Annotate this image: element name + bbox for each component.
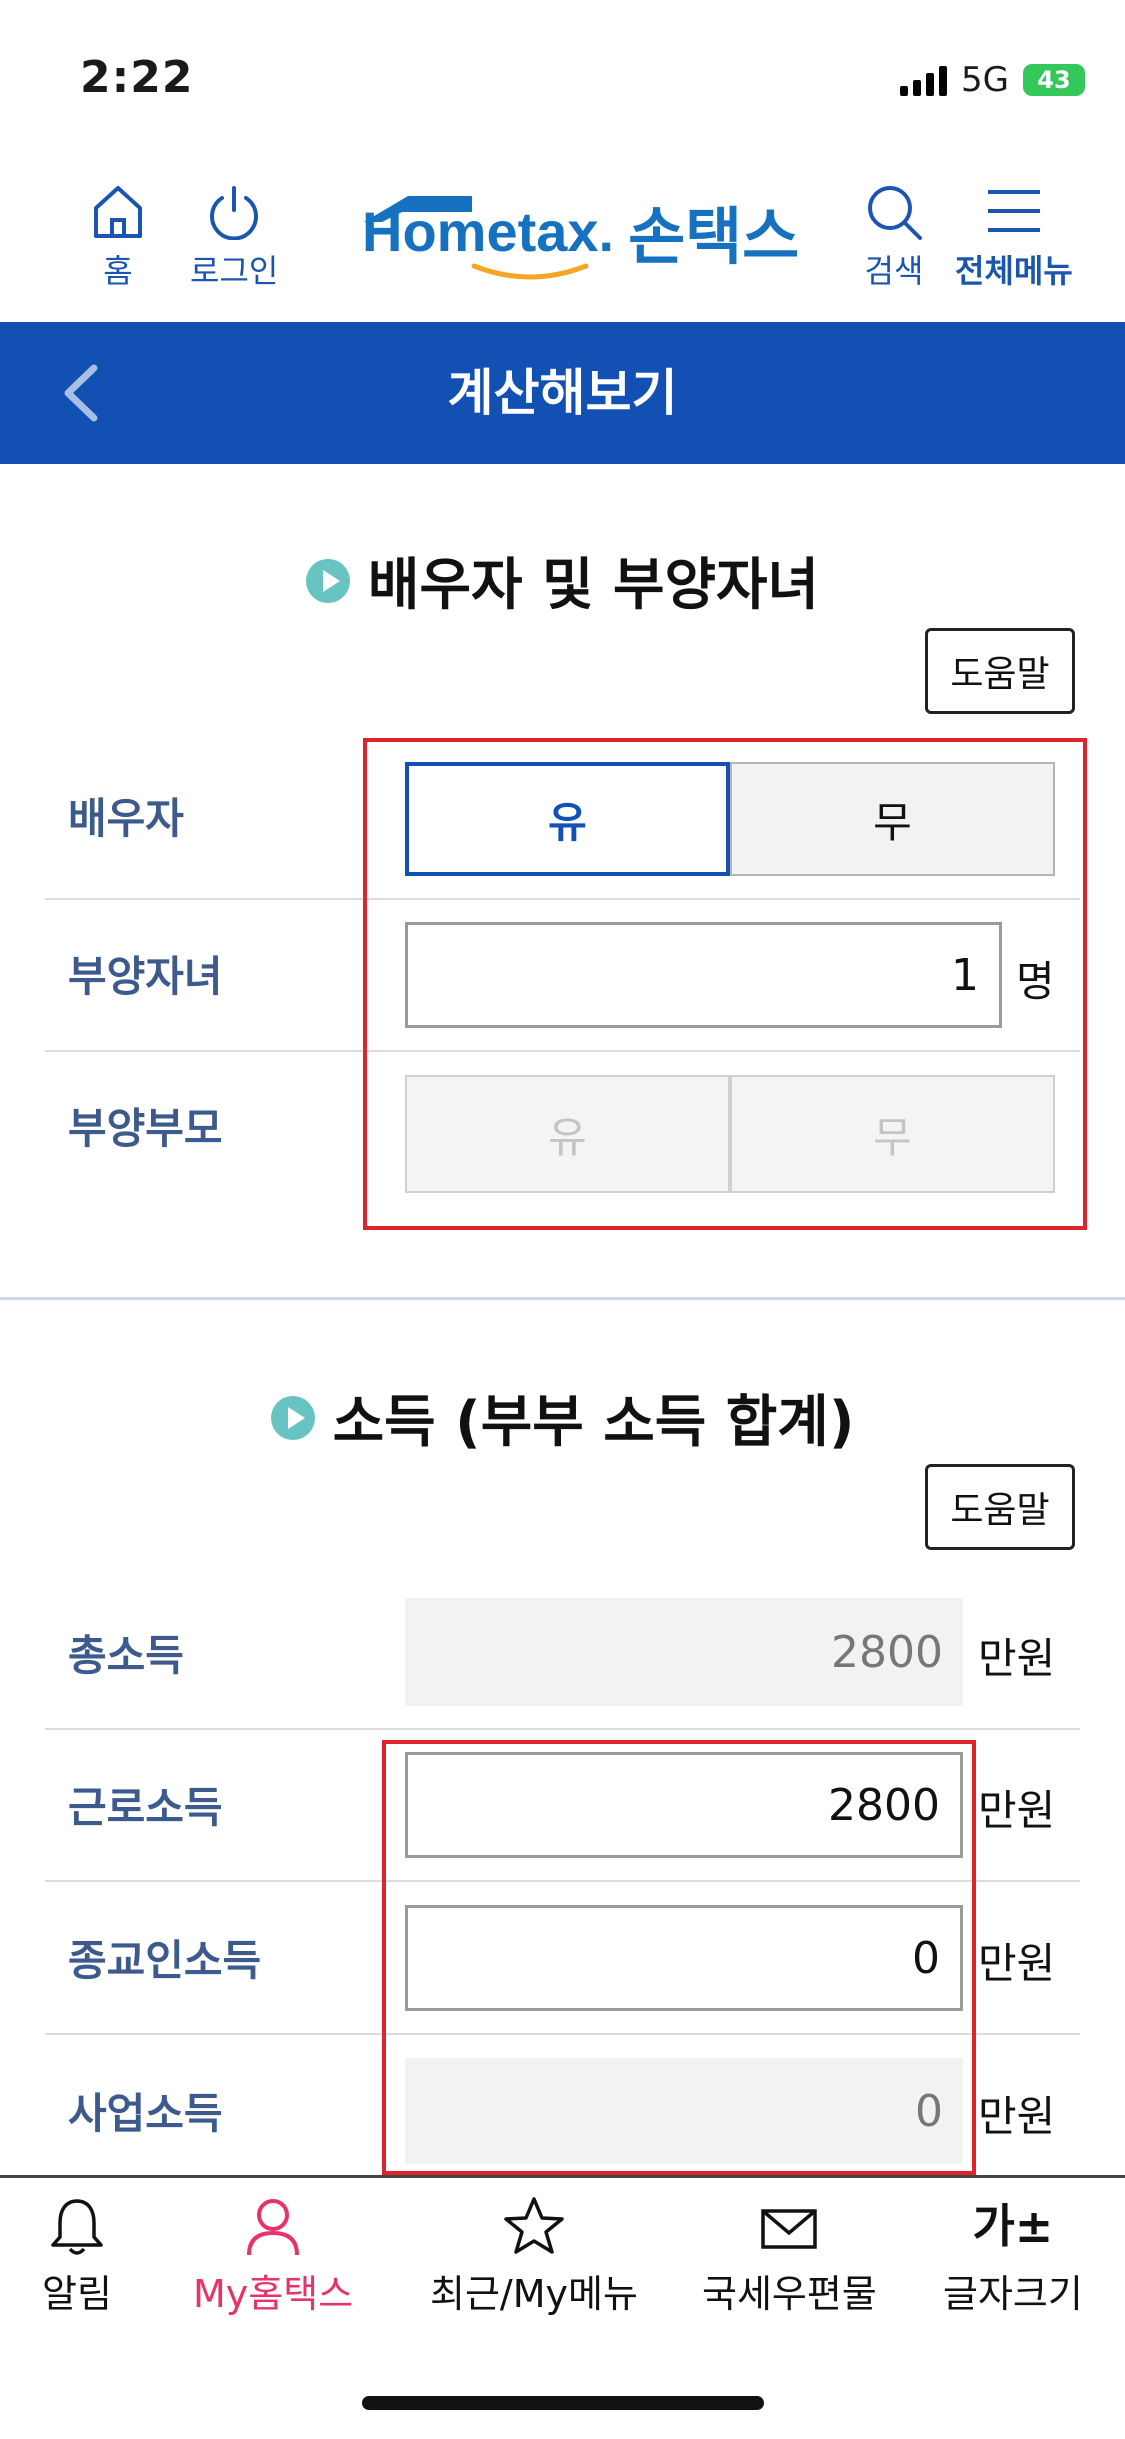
home-icon — [94, 186, 142, 238]
highlight-box-income — [382, 1740, 976, 2175]
search-button[interactable]: 검색 — [862, 182, 926, 292]
tab-recent-my-menu[interactable]: 최근/My메뉴 — [430, 2195, 638, 2318]
logo-roof-icon — [364, 196, 472, 222]
section-title-spouse-children: 배우자 및 부양자녀 — [0, 540, 1125, 621]
total-income-label: 총소득 — [68, 1631, 184, 1680]
row-divider — [45, 1728, 1080, 1730]
star-icon — [504, 2197, 564, 2254]
logo-korean: 손택스 — [628, 200, 800, 273]
total-income-value: 2800 — [405, 1598, 963, 1706]
tab-font-size[interactable]: 가± 글자크기 — [943, 2195, 1083, 2318]
mail-icon — [761, 2209, 818, 2249]
help-button-1[interactable]: 도움말 — [925, 628, 1075, 714]
religious-income-label: 종교인소득 — [68, 1936, 262, 1985]
tab-alerts-label: 알림 — [42, 2272, 112, 2316]
parents-label: 부양부모 — [68, 1104, 223, 1153]
business-income-label: 사업소득 — [68, 2089, 223, 2138]
tab-font-size-label: 글자크기 — [943, 2272, 1083, 2316]
business-income-unit: 만원 — [978, 2092, 1056, 2141]
children-label: 부양자녀 — [68, 952, 223, 1001]
signal-icon — [900, 64, 948, 96]
play-bullet-icon — [270, 1395, 315, 1440]
tab-alerts[interactable]: 알림 — [42, 2195, 112, 2318]
help-button-2[interactable]: 도움말 — [925, 1464, 1075, 1550]
font-size-icon: 가± — [972, 2199, 1054, 2253]
bell-icon — [51, 2199, 103, 2255]
status-time: 2:22 — [80, 52, 194, 103]
tab-my-hometax[interactable]: My홈택스 — [193, 2195, 353, 2318]
battery-icon: 43 — [1023, 64, 1085, 96]
tab-tax-mail[interactable]: 국세우편물 — [702, 2195, 877, 2318]
religious-income-unit: 만원 — [978, 1939, 1056, 1988]
all-menu-button[interactable]: 전체메뉴 — [955, 182, 1073, 292]
power-icon — [210, 186, 259, 240]
network-type: 5G — [961, 60, 1009, 100]
person-icon — [247, 2199, 300, 2256]
search-label: 검색 — [864, 252, 924, 290]
tab-tax-mail-label: 국세우편물 — [702, 2272, 877, 2316]
logo-smile-icon — [471, 263, 589, 280]
section1-title-text: 배우자 및 부양자녀 — [367, 553, 820, 618]
back-chevron-icon[interactable] — [50, 358, 120, 428]
all-menu-label: 전체메뉴 — [955, 252, 1073, 290]
search-icon — [868, 186, 922, 240]
section-title-income: 소득 (부부 소득 합계) — [0, 1377, 1125, 1458]
highlight-box-family — [363, 738, 1087, 1230]
home-label: 홈 — [103, 252, 133, 290]
hamburger-icon — [987, 190, 1040, 232]
section2-title-text: 소득 (부부 소득 합계) — [332, 1390, 855, 1455]
page-title: 계산해보기 — [447, 364, 678, 422]
home-button[interactable]: 홈 — [88, 182, 148, 292]
tab-my-hometax-label: My홈택스 — [193, 2272, 354, 2316]
spouse-label: 배우자 — [68, 794, 184, 843]
earned-income-label: 근로소득 — [68, 1783, 223, 1832]
section-separator — [0, 1297, 1125, 1300]
login-button[interactable]: 로그인 — [190, 182, 278, 292]
play-bullet-icon — [305, 558, 350, 603]
earned-income-unit: 만원 — [978, 1786, 1056, 1835]
total-income-unit: 만원 — [978, 1634, 1056, 1683]
home-indicator — [362, 2396, 764, 2410]
status-indicators: 5G 43 — [900, 60, 1085, 100]
tab-recent-label: 최근/My메뉴 — [430, 2272, 638, 2316]
login-label: 로그인 — [190, 252, 279, 290]
